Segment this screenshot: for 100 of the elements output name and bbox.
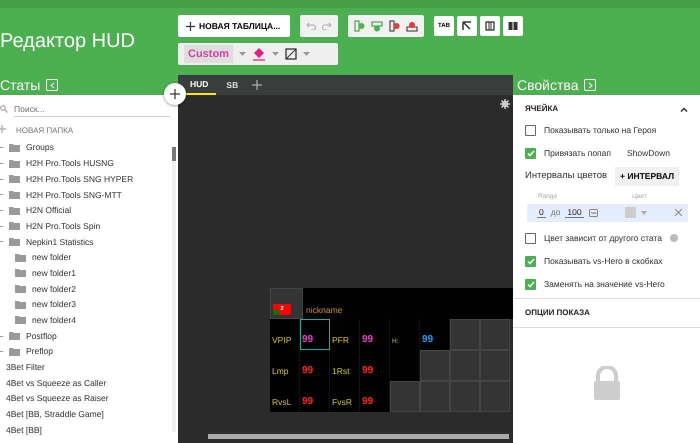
add-interval-button[interactable]: + ИНТЕРВАЛ (615, 167, 680, 186)
hud-cell[interactable]: 99 (360, 381, 390, 412)
checkbox[interactable] (525, 256, 536, 266)
chevron-up-icon[interactable] (680, 106, 688, 112)
corner-arrow-icon (462, 21, 472, 31)
expand-button[interactable] (584, 79, 596, 91)
folder-item[interactable]: Nepkin1 Statistics (26, 236, 94, 248)
hud-cell[interactable]: 99 (360, 350, 390, 381)
folder-item[interactable]: H2H Pro.Tools HUSNG (26, 157, 114, 170)
folder-icon (9, 348, 20, 356)
stat-item[interactable]: 3Bet Filter (6, 361, 45, 374)
folder-item[interactable]: H2H Pro.Tools SNG-MTT (26, 188, 122, 202)
stat-item[interactable]: 4Bet [BB, Straddle Game] (6, 408, 104, 421)
color-swatch[interactable] (624, 207, 636, 218)
checkbox[interactable] (525, 125, 536, 136)
stat-value: 99 (302, 364, 314, 378)
add-row-icon[interactable] (371, 20, 383, 32)
stat-value: 99 (362, 395, 374, 409)
folder-icon (9, 160, 20, 168)
stat-value: 99 (362, 333, 374, 347)
caret-icon[interactable] (238, 52, 246, 56)
folder-icon (15, 254, 26, 262)
new-folder-link[interactable]: НОВАЯ ПАПКА (16, 125, 74, 137)
folder-icon (9, 222, 20, 230)
popup-value[interactable]: ShowDown (627, 147, 670, 160)
caret-icon[interactable] (640, 210, 647, 214)
hud-cell[interactable]: 99 (420, 319, 450, 350)
checkbox-label: Заменять на значение vs-Hero (544, 278, 665, 290)
folder-item[interactable]: new folder1 (32, 266, 76, 280)
stat-label-cell[interactable]: 1Rst (330, 350, 360, 381)
new-table-button[interactable]: НОВАЯ ТАБЛИЦА... (178, 15, 290, 37)
search-icon (0, 105, 8, 113)
checkbox-label: Показывать vs-Hero в скобках (544, 254, 663, 268)
folder-icon (15, 300, 26, 309)
range-from-field[interactable]: 0 (537, 207, 546, 218)
stat-label-cell[interactable]: VPIP (270, 319, 300, 350)
range-word: до (550, 206, 560, 219)
folder-item[interactable]: Preflop (26, 345, 53, 358)
add-column-icon[interactable] (354, 20, 365, 32)
checkbox-label: Привязать попап (544, 147, 611, 160)
horizontal-scrollbar[interactable] (208, 434, 509, 439)
folder-icon (9, 144, 20, 152)
nickname-cell[interactable]: nickname (303, 288, 513, 319)
checkbox-label: Цвет зависит от другого стата (544, 232, 662, 244)
range-to-field[interactable]: 100 (565, 207, 584, 218)
folder-item[interactable]: new folder2 (32, 282, 76, 296)
folder-icon (9, 190, 20, 199)
folder-item[interactable]: Postflop (26, 330, 57, 342)
hud-cell[interactable]: 99 (300, 381, 330, 412)
infinity-icon[interactable] (588, 208, 598, 216)
hud-cell[interactable] (390, 350, 420, 381)
caret-icon[interactable] (272, 52, 279, 56)
border-icon[interactable] (284, 48, 297, 60)
delete-row-icon[interactable] (406, 20, 418, 32)
stat-item[interactable]: 4Bet [BB] (6, 424, 42, 437)
folder-item[interactable]: H2N Pro.Tools Spin (26, 220, 100, 233)
split-panels-icon (508, 21, 518, 31)
folder-icon (15, 316, 26, 324)
hud-cell[interactable]: 99 (300, 350, 330, 381)
delete-column-icon[interactable] (389, 20, 400, 32)
folder-item[interactable]: new folder (32, 251, 72, 264)
help-icon[interactable] (670, 234, 678, 242)
section-title: ЯЧЕЙКА (525, 103, 558, 115)
chevron-right-icon (588, 82, 593, 88)
folder-item[interactable]: new folder4 (32, 314, 76, 327)
folder-item[interactable]: H2N Official (26, 204, 72, 217)
folder-icon (9, 238, 20, 246)
folder-item[interactable]: new folder3 (32, 298, 76, 312)
undo-icon[interactable] (306, 22, 316, 30)
hud-cell[interactable]: 99 (360, 319, 390, 350)
columns-button[interactable] (480, 16, 500, 36)
folder-item[interactable]: Groups (26, 141, 54, 154)
settings-icon[interactable] (500, 99, 510, 109)
intervals-label: Интервалы цветов (525, 169, 608, 184)
stat-label-cell[interactable]: RvsL (270, 381, 300, 412)
checkbox[interactable] (525, 232, 536, 244)
add-tab-icon[interactable] (252, 80, 262, 90)
stat-label-cell[interactable]: FvsR (330, 381, 360, 412)
folder-item[interactable]: H2H Pro.Tools SNG HYPER (26, 172, 134, 186)
panel-title: Свойства (517, 76, 578, 94)
folder-icon (9, 175, 20, 184)
collapse-button[interactable] (46, 79, 58, 91)
stat-item[interactable]: 4Bet vs Squeeze as Caller (6, 376, 106, 390)
stat-item[interactable]: 4Bet vs Squeeze as Raiser (6, 392, 109, 406)
checkbox[interactable] (525, 148, 536, 159)
fill-color-icon[interactable] (252, 47, 266, 61)
app-title: Редактор HUD (0, 29, 136, 54)
close-icon[interactable] (675, 209, 682, 216)
hud-cell[interactable]: 99 (300, 319, 330, 350)
redo-icon[interactable] (322, 22, 332, 30)
stat-label-cell[interactable]: PFR (330, 319, 360, 350)
stat-label-cell[interactable]: Lmp (270, 350, 300, 381)
plus-icon[interactable] (0, 125, 6, 133)
tab[interactable]: SB (218, 75, 246, 95)
split-button[interactable] (503, 16, 523, 36)
stat-value: 99 (422, 333, 434, 347)
caret-icon[interactable] (302, 52, 310, 56)
checkbox[interactable] (525, 278, 536, 290)
folder-icon (9, 206, 20, 215)
align-button[interactable] (457, 16, 477, 36)
